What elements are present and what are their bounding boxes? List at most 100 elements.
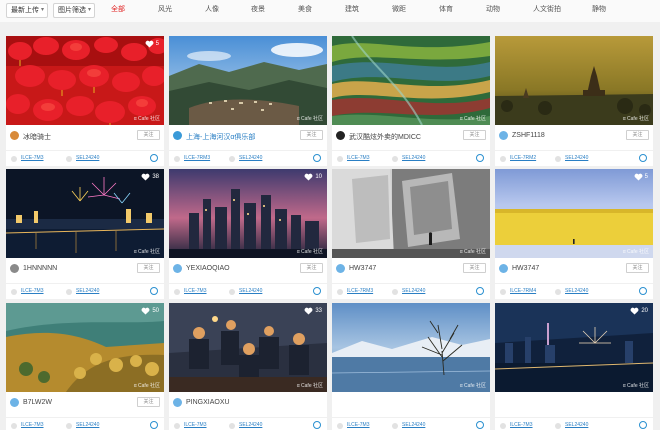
photo-card[interactable]: 20 α Cafe 社区 ILCE-7M3 SEL24240 <box>495 303 653 430</box>
lens-model-link[interactable]: SEL24240 <box>402 155 425 161</box>
photo-card[interactable]: α Cafe 社区 ILCE-7M3 SEL24240 <box>332 303 490 430</box>
category-tab-street[interactable]: 人文街拍 <box>533 0 561 22</box>
comment-icon[interactable] <box>150 287 158 295</box>
author-name[interactable]: 1HNNNNN <box>23 265 57 272</box>
author-name[interactable]: 冰暗骑士 <box>23 132 51 142</box>
photo-card[interactable]: α Cafe 社区 ZSHF1118 关注 ILCE-7RM2 SEL24240 <box>495 36 653 166</box>
category-tab-landscape[interactable]: 风光 <box>158 0 172 22</box>
category-tab-macro[interactable]: 微距 <box>392 0 406 22</box>
photo-thumbnail[interactable]: 50 α Cafe 社区 <box>6 303 164 392</box>
photo-thumbnail[interactable]: α Cafe 社区 <box>332 303 490 392</box>
like-counter[interactable]: 38 <box>141 173 159 181</box>
photo-thumbnail[interactable]: α Cafe 社区 <box>332 36 490 125</box>
photo-card[interactable]: 10 α Cafe 社区 YEXIAOQIAO 关注 ILCE-7M3 SEL2… <box>169 169 327 299</box>
author-name[interactable]: 上海-上海河汉α俱乐部 <box>186 132 255 142</box>
comment-icon[interactable] <box>313 287 321 295</box>
like-counter[interactable]: 33 <box>304 307 322 315</box>
avatar[interactable] <box>173 131 182 140</box>
photo-card[interactable]: 5 α Cafe 社区 HW3747 关注 ILCE-7RM4 SEL24240 <box>495 169 653 299</box>
comment-icon[interactable] <box>476 287 484 295</box>
camera-model-link[interactable]: ILCE-7M3 <box>347 155 370 161</box>
photo-card[interactable]: 50 α Cafe 社区 B7LW2W 关注 ILCE-7M3 SEL24240 <box>6 303 164 430</box>
follow-button[interactable]: 关注 <box>463 130 486 140</box>
photo-thumbnail[interactable]: 38 α Cafe 社区 <box>6 169 164 258</box>
category-tab-food[interactable]: 美食 <box>298 0 312 22</box>
category-tab-still-life[interactable]: 静物 <box>592 0 606 22</box>
comment-icon[interactable] <box>639 421 647 429</box>
comment-icon[interactable] <box>476 421 484 429</box>
photo-thumbnail[interactable]: 5 α Cafe 社区 <box>6 36 164 125</box>
lens-model-link[interactable]: SEL24240 <box>76 155 99 161</box>
camera-model-link[interactable]: ILCE-7M3 <box>21 422 44 428</box>
category-tab-night[interactable]: 夜景 <box>251 0 265 22</box>
author-name[interactable]: YEXIAOQIAO <box>186 265 230 272</box>
sort-dropdown[interactable]: 最新上传 ▾ <box>6 3 48 18</box>
author-name[interactable]: B7LW2W <box>23 399 52 406</box>
avatar[interactable] <box>173 398 182 407</box>
comment-icon[interactable] <box>639 287 647 295</box>
follow-button[interactable]: 关注 <box>626 130 649 140</box>
photo-card[interactable]: α Cafe 社区 HW3747 关注 ILCE-7RM3 SEL24240 <box>332 169 490 299</box>
photo-card[interactable]: α Cafe 社区 上海-上海河汉α俱乐部 关注 ILCE-7RM3 SEL24… <box>169 36 327 166</box>
comment-icon[interactable] <box>313 421 321 429</box>
lens-model-link[interactable]: SEL24240 <box>76 422 99 428</box>
camera-model-link[interactable]: ILCE-7RM4 <box>510 288 536 294</box>
lens-model-link[interactable]: SEL24240 <box>239 155 262 161</box>
like-counter[interactable]: 20 <box>630 307 648 315</box>
lens-model-link[interactable]: SEL24240 <box>565 288 588 294</box>
lens-model-link[interactable]: SEL24240 <box>76 288 99 294</box>
photo-thumbnail[interactable]: α Cafe 社区 <box>495 36 653 125</box>
follow-button[interactable]: 关注 <box>463 263 486 273</box>
comment-icon[interactable] <box>639 154 647 162</box>
like-counter[interactable]: 5 <box>145 40 159 48</box>
category-tab-animals[interactable]: 动物 <box>486 0 500 22</box>
avatar[interactable] <box>10 264 19 273</box>
camera-model-link[interactable]: ILCE-7M3 <box>21 288 44 294</box>
photo-thumbnail[interactable]: α Cafe 社区 <box>169 36 327 125</box>
author-name[interactable]: HW3747 <box>512 265 539 272</box>
lens-model-link[interactable]: SEL24240 <box>565 155 588 161</box>
comment-icon[interactable] <box>150 154 158 162</box>
camera-model-link[interactable]: ILCE-7M3 <box>184 422 207 428</box>
author-name[interactable]: 武汉酷炫外卖的MDICC <box>349 132 421 142</box>
category-tab-architecture[interactable]: 建筑 <box>345 0 359 22</box>
lens-model-link[interactable]: SEL24240 <box>565 422 588 428</box>
follow-button[interactable]: 关注 <box>626 263 649 273</box>
follow-button[interactable]: 关注 <box>300 130 323 140</box>
author-name[interactable]: ZSHF1118 <box>512 132 545 139</box>
category-tab-portrait[interactable]: 人像 <box>205 0 219 22</box>
photo-thumbnail[interactable]: 33 α Cafe 社区 <box>169 303 327 392</box>
follow-button[interactable]: 关注 <box>300 263 323 273</box>
like-counter[interactable]: 50 <box>141 307 159 315</box>
lens-model-link[interactable]: SEL24240 <box>402 288 425 294</box>
camera-model-link[interactable]: ILCE-7RM3 <box>184 155 210 161</box>
avatar[interactable] <box>336 264 345 273</box>
avatar[interactable] <box>173 264 182 273</box>
follow-button[interactable]: 关注 <box>137 397 160 407</box>
photo-card[interactable]: 33 α Cafe 社区 PINGXIAOXU ILCE-7M3 SEL2424… <box>169 303 327 430</box>
camera-model-link[interactable]: ILCE-7M3 <box>510 422 533 428</box>
avatar[interactable] <box>499 131 508 140</box>
avatar[interactable] <box>10 398 19 407</box>
follow-button[interactable]: 关注 <box>137 130 160 140</box>
avatar[interactable] <box>10 131 19 140</box>
like-counter[interactable]: 10 <box>304 173 322 181</box>
category-tab-sports[interactable]: 体育 <box>439 0 453 22</box>
category-tab-all[interactable]: 全部 <box>111 0 125 22</box>
author-name[interactable]: PINGXIAOXU <box>186 399 230 406</box>
photo-thumbnail[interactable]: α Cafe 社区 <box>332 169 490 258</box>
photo-thumbnail[interactable]: 10 α Cafe 社区 <box>169 169 327 258</box>
author-name[interactable]: HW3747 <box>349 265 376 272</box>
avatar[interactable] <box>336 131 345 140</box>
photo-card[interactable]: α Cafe 社区 武汉酷炫外卖的MDICC 关注 ILCE-7M3 SEL24… <box>332 36 490 166</box>
photo-card[interactable]: 5 α Cafe 社区 冰暗骑士 关注 ILCE-7M3 SEL24240 <box>6 36 164 166</box>
camera-model-link[interactable]: ILCE-7RM2 <box>510 155 536 161</box>
camera-model-link[interactable]: ILCE-7M3 <box>347 422 370 428</box>
comment-icon[interactable] <box>150 421 158 429</box>
lens-model-link[interactable]: SEL24240 <box>239 288 262 294</box>
avatar[interactable] <box>499 264 508 273</box>
photo-card[interactable]: 38 α Cafe 社区 1HNNNNN 关注 ILCE-7M3 SEL2424… <box>6 169 164 299</box>
image-filter-dropdown[interactable]: 图片筛选 ▾ <box>53 3 95 18</box>
like-counter[interactable]: 5 <box>634 173 648 181</box>
photo-thumbnail[interactable]: 20 α Cafe 社区 <box>495 303 653 392</box>
